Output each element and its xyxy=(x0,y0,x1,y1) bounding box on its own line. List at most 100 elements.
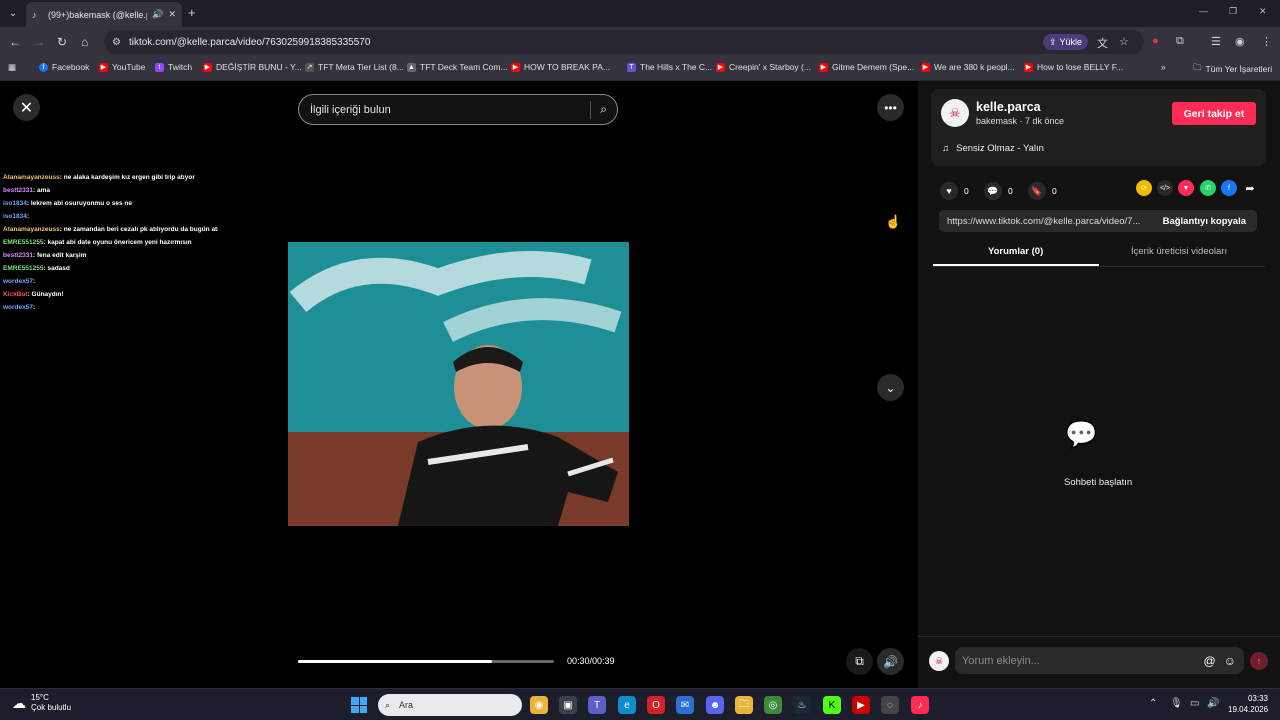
discord-app-icon[interactable]: ☻ xyxy=(706,696,724,714)
kick-app-icon[interactable]: K xyxy=(823,696,841,714)
bookmark-item[interactable]: ▶ We are 380 k peopl... xyxy=(921,62,1015,72)
bookmark-item[interactable]: ↗ TFT Meta Tier List (8... xyxy=(305,62,404,72)
translate-icon[interactable]: 文 xyxy=(1097,35,1108,51)
comment-input[interactable]: Yorum ekleyin... @ ☺ xyxy=(955,647,1244,674)
own-avatar[interactable]: ☠ xyxy=(929,651,949,671)
chat-username[interactable]: wordex57 xyxy=(3,278,33,285)
bookmark-facebook[interactable]: f Facebook xyxy=(39,62,89,72)
video-link[interactable]: https://www.tiktok.com/@kelle.parca/vide… xyxy=(947,216,1152,227)
clock[interactable]: 03:33 19.04.2026 xyxy=(1228,693,1268,715)
whatsapp-icon[interactable]: ✆ xyxy=(1200,180,1216,196)
post-comment-button[interactable]: ↑ xyxy=(1250,652,1268,670)
taskbar-search[interactable]: ⌕ Ara xyxy=(378,694,522,716)
extensions-puzzle-icon[interactable]: ⧉ xyxy=(1176,35,1184,48)
bookmarks-overflow-icon[interactable]: » xyxy=(1161,62,1166,72)
minimize-icon[interactable]: — xyxy=(1199,6,1208,16)
youtube-app-icon[interactable]: ▶ xyxy=(852,696,870,714)
bookmark-item[interactable]: T The Hills x The C... xyxy=(627,62,712,72)
address-bar[interactable]: ⚙ tiktok.com/@kelle.parca/video/76302599… xyxy=(104,30,1144,54)
reload-icon[interactable]: ↻ xyxy=(57,35,67,49)
pip-icon[interactable]: ⧉ xyxy=(846,648,873,675)
share-arrow-icon[interactable]: ➦ xyxy=(1242,180,1258,196)
speaker-tray-icon[interactable]: 🔊 xyxy=(1207,698,1219,709)
repost-icon[interactable]: ⟳ xyxy=(1136,180,1152,196)
like-stat[interactable]: ♥ 0 xyxy=(940,182,969,200)
chat-username[interactable]: EMRE551255 xyxy=(3,265,43,272)
bookmark-item[interactable]: ▶ Gitme Demem (Spe... xyxy=(819,62,914,72)
mention-icon[interactable]: @ xyxy=(1204,654,1216,668)
microphone-icon[interactable]: 🎙 xyxy=(1170,698,1183,709)
music-row[interactable]: ♫ Sensiz Olmaz - Yalın xyxy=(942,143,1044,154)
copy-link-button[interactable]: Bağlantıyı kopyala xyxy=(1152,216,1257,227)
edge-app-icon[interactable]: e xyxy=(618,696,636,714)
avatar[interactable]: ☠ xyxy=(941,99,969,127)
chat-username[interactable]: Atanamayanzeuss xyxy=(3,174,60,181)
apps-icon[interactable]: ▦ xyxy=(8,62,16,73)
bookmark-item[interactable]: ▶ Creepin' x Starboy (... xyxy=(716,62,811,72)
speaker-icon[interactable]: 🔊 xyxy=(152,9,163,20)
bookmark-item[interactable]: ▲ TFT Deck Team Com... xyxy=(407,62,508,72)
chat-username[interactable]: EMRE551255 xyxy=(3,239,43,246)
close-window-icon[interactable]: ✕ xyxy=(1259,6,1267,17)
username[interactable]: kelle.parca xyxy=(976,100,1041,114)
browser-menu-icon[interactable]: ⋮ xyxy=(1261,35,1272,48)
video-progress-bar[interactable] xyxy=(298,660,554,663)
bookmark-youtube[interactable]: ▶ YouTube xyxy=(99,62,145,72)
chrome-profile-app-icon[interactable]: ◎ xyxy=(764,696,782,714)
chat-username[interactable]: wordex57 xyxy=(3,304,33,311)
chat-username[interactable]: bestt2331 xyxy=(3,187,33,194)
mail-app-icon[interactable]: ✉ xyxy=(676,696,694,714)
bookmark-item[interactable]: ▶ How to lose BELLY F... xyxy=(1024,62,1123,72)
bookmark-twitch[interactable]: t Twitch xyxy=(155,62,192,72)
close-video-button[interactable]: ✕ xyxy=(13,94,40,121)
more-options-button[interactable]: ••• xyxy=(877,94,904,121)
search-input[interactable]: İlgili içeriği bulun xyxy=(310,104,590,116)
search-icon[interactable]: ⌕ xyxy=(600,102,607,117)
app-icon[interactable]: ◌ xyxy=(881,696,899,714)
close-tab-icon[interactable]: ✕ xyxy=(168,9,176,20)
start-button[interactable] xyxy=(351,697,367,713)
chat-username[interactable]: bestt2331 xyxy=(3,252,33,259)
related-search-bar[interactable]: İlgili içeriği bulun ⌕ xyxy=(298,94,618,125)
store-app-icon[interactable]: ▣ xyxy=(559,696,577,714)
next-video-button[interactable]: ⌄ xyxy=(877,374,904,401)
maximize-icon[interactable]: ❐ xyxy=(1229,6,1237,17)
bookmark-icon[interactable]: 🔖 xyxy=(1028,182,1046,200)
new-tab-button[interactable]: + xyxy=(188,5,196,20)
explorer-app-icon[interactable]: 🗀 xyxy=(735,696,753,714)
bookmark-item[interactable]: ▶ HOW TO BREAK PA... xyxy=(511,62,610,72)
chrome-app-icon[interactable]: ◉ xyxy=(530,696,548,714)
display-icon[interactable]: ▭ xyxy=(1190,698,1199,709)
tab-comments[interactable]: Yorumlar (0) xyxy=(988,246,1043,257)
comment-stat[interactable]: 💬 0 xyxy=(984,182,1013,200)
facebook-share-icon[interactable]: f xyxy=(1221,180,1237,196)
back-icon[interactable]: ← xyxy=(9,35,21,49)
upload-button[interactable]: ⇪ Yükle xyxy=(1043,34,1089,50)
video-frame[interactable] xyxy=(288,242,629,526)
chat-username[interactable]: iso1834 xyxy=(3,200,27,207)
send-icon[interactable]: ▼ xyxy=(1178,180,1194,196)
chat-username[interactable]: iso1834 xyxy=(3,213,27,220)
volume-icon[interactable]: 🔊 xyxy=(877,648,904,675)
tab-creator-videos[interactable]: İçerik üreticisi videoları xyxy=(1131,246,1227,257)
emoji-icon[interactable]: ☺ xyxy=(1224,654,1236,668)
extension-icon[interactable]: ● xyxy=(1152,35,1159,47)
forward-icon[interactable]: → xyxy=(33,35,45,49)
tray-overflow-icon[interactable]: ⌃ xyxy=(1149,698,1157,709)
steam-app-icon[interactable]: ♨ xyxy=(793,696,811,714)
follow-back-button[interactable]: Geri takip et xyxy=(1172,102,1256,125)
save-stat[interactable]: 🔖 0 xyxy=(1028,182,1057,200)
media-icon[interactable]: ☰ xyxy=(1211,35,1221,48)
all-bookmarks-button[interactable]: 🗀 Tüm Yer İşaretleri xyxy=(1193,62,1272,76)
tab-search-button[interactable]: ⌄ xyxy=(4,4,22,22)
embed-icon[interactable]: </> xyxy=(1157,180,1173,196)
home-icon[interactable]: ⌂ xyxy=(81,35,88,49)
bookmark-item[interactable]: ▶ DEĞİŞTİR BUNU - Y... xyxy=(203,62,302,72)
bookmark-star-icon[interactable]: ☆ xyxy=(1119,35,1129,48)
site-info-icon[interactable]: ⚙ xyxy=(112,37,121,48)
comment-icon[interactable]: 💬 xyxy=(984,182,1002,200)
chat-username[interactable]: KickBot xyxy=(3,291,28,298)
opera-app-icon[interactable]: O xyxy=(647,696,665,714)
chat-username[interactable]: Atanamayanzeuss xyxy=(3,226,60,233)
profile-avatar-icon[interactable]: ◉ xyxy=(1235,35,1245,48)
